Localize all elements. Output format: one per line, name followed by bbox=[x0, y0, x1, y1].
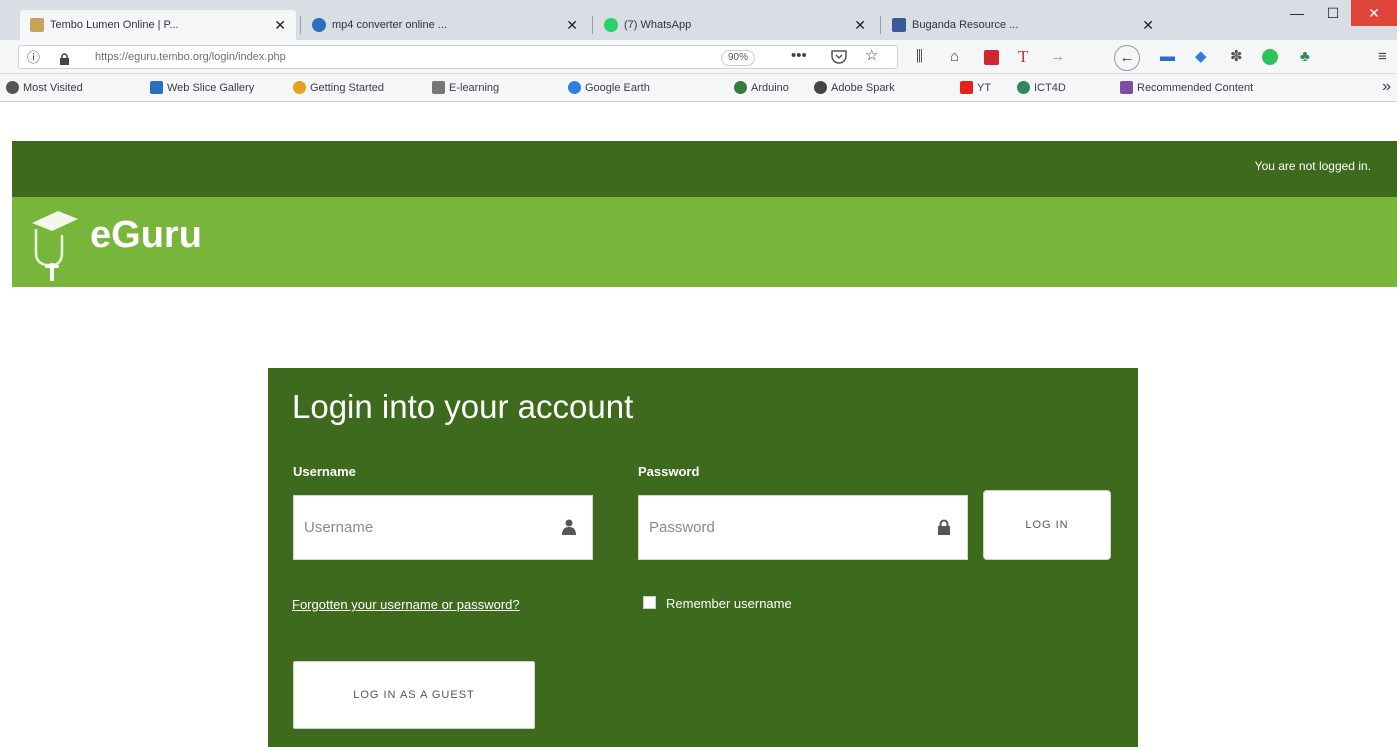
firefox-icon bbox=[293, 81, 306, 94]
graduation-cap-logo-icon[interactable] bbox=[28, 205, 80, 290]
password-input[interactable] bbox=[639, 496, 967, 559]
username-field[interactable] bbox=[293, 495, 593, 560]
bookmark-label: YT bbox=[977, 81, 992, 94]
password-label: Password bbox=[638, 464, 700, 479]
tab-separator bbox=[592, 16, 593, 34]
recommended-icon bbox=[1120, 81, 1133, 94]
tab-title: mp4 converter online ... bbox=[332, 19, 447, 31]
tab-separator bbox=[300, 16, 301, 34]
tab-favicon-icon bbox=[30, 18, 44, 32]
youtube-icon bbox=[960, 81, 973, 94]
remember-username-checkbox[interactable] bbox=[643, 596, 656, 609]
text-addon-icon[interactable]: T bbox=[1018, 48, 1028, 66]
bookmark-label: Getting Started bbox=[310, 81, 384, 94]
tab-title: Tembo Lumen Online | P... bbox=[50, 19, 179, 31]
tab-favicon-icon bbox=[312, 18, 326, 32]
bookmark-label: ICT4D bbox=[1034, 81, 1066, 94]
bookmark-label: Web Slice Gallery bbox=[167, 81, 255, 94]
elearning-icon bbox=[432, 81, 445, 94]
addon-red-icon[interactable] bbox=[984, 50, 999, 65]
guest-login-button[interactable]: LOG IN AS A GUEST bbox=[293, 661, 535, 729]
facebook-icon bbox=[892, 18, 906, 32]
arduino-icon bbox=[734, 81, 747, 94]
browser-tab-active[interactable]: Tembo Lumen Online | P... ✕ bbox=[20, 10, 296, 40]
remember-username-label[interactable]: Remember username bbox=[666, 596, 792, 611]
addon-grey-icon[interactable]: ✽ bbox=[1230, 48, 1243, 66]
bookmark-label: Recommended Content bbox=[1137, 81, 1254, 94]
bookmark-label: Arduino bbox=[751, 81, 789, 94]
library-icon[interactable]: ⫼ bbox=[916, 48, 923, 66]
home-icon[interactable]: ⌂ bbox=[950, 48, 959, 66]
lock-icon bbox=[59, 52, 70, 70]
tab-separator bbox=[880, 16, 881, 34]
addon-blue-icon[interactable]: ◆ bbox=[1195, 48, 1207, 66]
login-status-text: You are not logged in. bbox=[1254, 159, 1371, 173]
maximize-icon[interactable]: ☐ bbox=[1315, 0, 1351, 26]
web-slice-icon bbox=[150, 81, 163, 94]
adobe-spark-icon bbox=[814, 81, 827, 94]
forward-arrow-icon[interactable]: → bbox=[1050, 48, 1065, 66]
bookmark-item[interactable]: Web Slice Gallery bbox=[150, 81, 254, 94]
minimize-icon[interactable]: — bbox=[1279, 0, 1315, 26]
bookmark-label: Most Visited bbox=[23, 81, 83, 94]
window-controls: — ☐ ✕ bbox=[1279, 0, 1397, 26]
tab-close-icon[interactable]: ✕ bbox=[566, 17, 578, 34]
back-arrow-icon[interactable]: ← bbox=[1114, 45, 1140, 71]
page-actions-icon[interactable]: ••• bbox=[791, 47, 807, 65]
bookmark-item[interactable]: Arduino bbox=[734, 81, 789, 94]
login-title: Login into your account bbox=[292, 388, 634, 425]
window-close-icon[interactable]: ✕ bbox=[1351, 0, 1397, 26]
pocket-icon[interactable] bbox=[831, 50, 847, 69]
tab-close-icon[interactable]: ✕ bbox=[274, 17, 286, 34]
padlock-icon bbox=[937, 519, 951, 535]
browser-tab[interactable]: Buganda Resource ... ✕ bbox=[882, 10, 1164, 40]
bookmark-label: E-learning bbox=[449, 81, 500, 94]
forgot-password-link[interactable]: Forgotten your username or password? bbox=[292, 597, 520, 612]
browser-tab[interactable]: (7) WhatsApp ✕ bbox=[594, 10, 876, 40]
tab-title: Buganda Resource ... bbox=[912, 19, 1019, 31]
tab-title: (7) WhatsApp bbox=[624, 19, 692, 31]
whatsapp-icon bbox=[604, 18, 618, 32]
tab-close-icon[interactable]: ✕ bbox=[1142, 17, 1154, 34]
browser-tab[interactable]: mp4 converter online ... ✕ bbox=[302, 10, 588, 40]
site-header: eGuru bbox=[12, 197, 1397, 287]
addon-green-icon[interactable] bbox=[1262, 49, 1278, 65]
menu-icon[interactable]: ≡ bbox=[1378, 48, 1387, 66]
ict4d-icon bbox=[1017, 81, 1030, 94]
password-field[interactable] bbox=[638, 495, 968, 560]
tab-close-icon[interactable]: ✕ bbox=[854, 17, 866, 34]
page-info-icon[interactable]: ⓘ bbox=[27, 49, 40, 67]
gear-icon bbox=[6, 81, 19, 94]
username-label: Username bbox=[293, 464, 356, 479]
addon-leaf-icon[interactable]: ♣ bbox=[1300, 48, 1310, 66]
bookmark-item[interactable]: Recommended Content bbox=[1120, 81, 1253, 94]
login-panel: Login into your account Username Passwor… bbox=[268, 368, 1138, 747]
bookmark-label: Google Earth bbox=[585, 81, 650, 94]
google-earth-icon bbox=[568, 81, 581, 94]
browser-nav-bar: ⓘ https://eguru.tembo.org/login/index.ph… bbox=[0, 40, 1397, 74]
bookmark-item[interactable]: YT bbox=[960, 81, 991, 94]
bookmark-item[interactable]: Google Earth bbox=[568, 81, 650, 94]
zoom-level[interactable]: 90% bbox=[721, 50, 756, 66]
bookmarks-toolbar: Most Visited Web Slice Gallery Getting S… bbox=[0, 74, 1397, 102]
bookmark-star-icon[interactable]: ☆ bbox=[865, 47, 878, 65]
bookmark-item[interactable]: Adobe Spark bbox=[814, 81, 895, 94]
brand-name[interactable]: eGuru bbox=[90, 214, 202, 257]
bookmark-item[interactable]: Most Visited bbox=[6, 81, 83, 94]
url-text[interactable]: https://eguru.tembo.org/login/index.php bbox=[95, 51, 286, 63]
bookmark-item[interactable]: Getting Started bbox=[293, 81, 384, 94]
address-bar[interactable]: ⓘ https://eguru.tembo.org/login/index.ph… bbox=[18, 45, 898, 69]
login-button[interactable]: LOG IN bbox=[983, 490, 1111, 560]
username-input[interactable] bbox=[294, 496, 592, 559]
bookmark-label: Adobe Spark bbox=[831, 81, 895, 94]
bookmarks-overflow-icon[interactable]: » bbox=[1382, 78, 1391, 96]
user-icon bbox=[562, 519, 576, 535]
reader-view-icon[interactable]: ▬ bbox=[1160, 48, 1175, 66]
bookmark-item[interactable]: E-learning bbox=[432, 81, 499, 94]
site-top-bar: You are not logged in. bbox=[12, 141, 1397, 197]
browser-tab-bar: Tembo Lumen Online | P... ✕ mp4 converte… bbox=[0, 0, 1397, 40]
bookmark-item[interactable]: ICT4D bbox=[1017, 81, 1066, 94]
